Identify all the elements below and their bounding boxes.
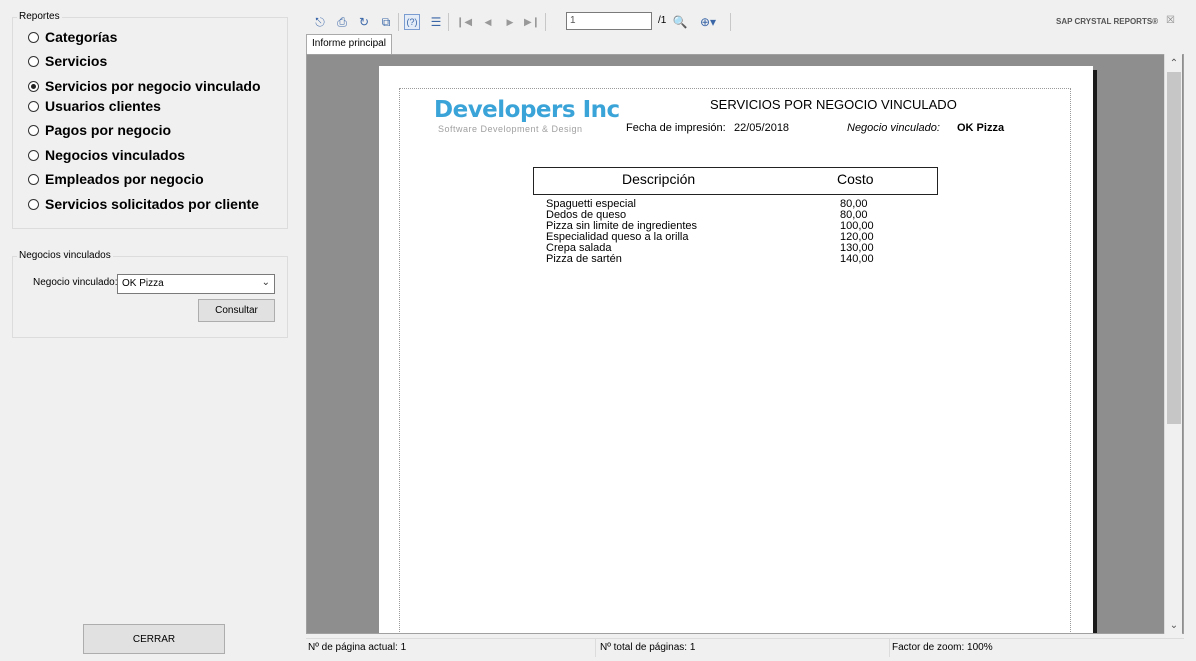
help-icon[interactable]: (?) — [404, 14, 420, 30]
negocio-label: Negocio vinculado: — [847, 122, 940, 134]
print-icon[interactable]: ⎙ — [334, 14, 350, 30]
radio-empleados-por-negocio-label: Empleados por negocio — [45, 171, 204, 187]
status-current-page: Nº de página actual: 1 — [308, 642, 407, 653]
toolbar-separator — [545, 13, 546, 31]
status-zoom: Factor de zoom: 100% — [892, 642, 993, 653]
report-view: Developers Inc Software Development & De… — [306, 54, 1184, 634]
column-header-costo: Costo — [837, 171, 874, 187]
radio-empleados-por-negocio-circle[interactable] — [28, 173, 39, 185]
radio-servicios[interactable]: Servicios — [28, 51, 107, 71]
radio-servicios-solicitados[interactable]: Servicios solicitados por cliente — [28, 194, 259, 214]
scroll-up-icon[interactable]: ⌃ — [1165, 54, 1183, 72]
radio-categorias-label: Categorías — [45, 29, 118, 45]
tab-informe-principal[interactable]: Informe principal — [306, 34, 392, 54]
report-title: SERVICIOS POR NEGOCIO VINCULADO — [710, 97, 957, 112]
radio-pagos-por-negocio-label: Pagos por negocio — [45, 122, 172, 138]
radio-negocios-vinculados-circle[interactable] — [28, 149, 39, 161]
table-body: Spaguetti especial 80,00 Dedos de queso … — [546, 199, 886, 265]
radio-pagos-por-negocio-circle[interactable] — [28, 124, 39, 136]
report-page: Developers Inc Software Development & De… — [379, 66, 1093, 633]
chevron-down-icon[interactable]: ⌄ — [262, 277, 270, 288]
refresh-icon[interactable]: ↻ — [356, 14, 372, 30]
row-cost: 140,00 — [840, 253, 874, 265]
negocios-group: Negocios vinculados — [12, 250, 288, 338]
radio-usuarios-clientes-circle[interactable] — [28, 100, 39, 112]
scroll-down-icon[interactable]: ⌄ — [1165, 616, 1183, 634]
status-divider — [889, 639, 890, 657]
cerrar-button[interactable]: CERRAR — [83, 624, 225, 654]
toolbar-separator — [448, 13, 449, 31]
reportes-group-title: Reportes — [17, 11, 62, 23]
group-tree-icon[interactable]: ☰ — [428, 14, 444, 30]
vertical-scrollbar[interactable]: ⌃ ⌄ — [1164, 54, 1182, 634]
scroll-thumb[interactable] — [1167, 72, 1181, 424]
status-divider — [595, 639, 596, 657]
radio-servicios-label: Servicios — [45, 53, 108, 69]
negocio-vinculado-select[interactable]: OK Pizza ⌄ — [117, 274, 275, 294]
print-date-value: 22/05/2018 — [734, 122, 790, 134]
radio-servicios-circle[interactable] — [28, 55, 39, 67]
export-icon[interactable]: ⎋ — [312, 14, 328, 30]
status-bar: Nº de página actual: 1 Nº total de págin… — [306, 638, 1184, 657]
report-page-body: Developers Inc Software Development & De… — [399, 88, 1071, 633]
last-page-icon[interactable]: ▶❙ — [524, 14, 540, 30]
consultar-button[interactable]: Consultar — [198, 299, 275, 322]
radio-empleados-por-negocio[interactable]: Empleados por negocio — [28, 169, 204, 189]
copy-icon[interactable]: ⧉ — [378, 14, 394, 30]
radio-categorias-circle[interactable] — [28, 31, 39, 43]
radio-categorias[interactable]: Categorías — [28, 27, 117, 47]
status-total-pages: Nº total de páginas: 1 — [600, 642, 696, 653]
radio-pagos-por-negocio[interactable]: Pagos por negocio — [28, 120, 171, 140]
radio-usuarios-clientes[interactable]: Usuarios clientes — [28, 96, 161, 116]
negocio-vinculado-label: Negocio vinculado: — [33, 277, 118, 288]
zoom-icon[interactable]: ⊕▾ — [696, 14, 720, 30]
first-page-icon[interactable]: ❙◀ — [456, 14, 472, 30]
negocio-value: OK Pizza — [957, 122, 1005, 134]
radio-negocios-vinculados-label: Negocios vinculados — [45, 147, 186, 163]
page-total: /1 — [658, 15, 667, 26]
close-panel-icon[interactable]: ☒ — [1166, 15, 1175, 26]
prev-page-icon[interactable]: ◀ — [480, 14, 496, 30]
radio-negocios-vinculados[interactable]: Negocios vinculados — [28, 145, 185, 165]
toolbar-separator — [730, 13, 731, 31]
negocio-vinculado-value: OK Pizza — [122, 278, 164, 289]
column-header-descripcion: Descripción — [622, 171, 696, 187]
table-header: Descripción Costo — [533, 167, 938, 195]
radio-servicios-por-negocio-circle[interactable] — [28, 80, 39, 92]
print-date-label: Fecha de impresión: — [626, 122, 726, 134]
radio-servicios-por-negocio-label: Servicios por negocio vinculado — [45, 78, 261, 94]
company-logo-subtitle: Software Development & Design — [438, 124, 583, 134]
radio-servicios-solicitados-circle[interactable] — [28, 198, 39, 210]
radio-servicios-solicitados-label: Servicios solicitados por cliente — [45, 196, 259, 212]
table-row: Pizza de sartén 140,00 — [546, 254, 886, 265]
toolbar-separator — [398, 13, 399, 31]
page-number-input[interactable]: 1 — [566, 12, 652, 30]
row-description: Pizza de sartén — [546, 253, 622, 265]
find-icon[interactable]: 🔍 — [672, 14, 688, 30]
next-page-icon[interactable]: ▶ — [502, 14, 518, 30]
negocios-group-title: Negocios vinculados — [17, 250, 113, 262]
brand-label: SAP CRYSTAL REPORTS® — [1056, 17, 1159, 26]
company-logo: Developers Inc — [434, 97, 620, 123]
radio-servicios-por-negocio[interactable]: Servicios por negocio vinculado — [28, 76, 261, 96]
radio-usuarios-clientes-label: Usuarios clientes — [45, 98, 161, 114]
